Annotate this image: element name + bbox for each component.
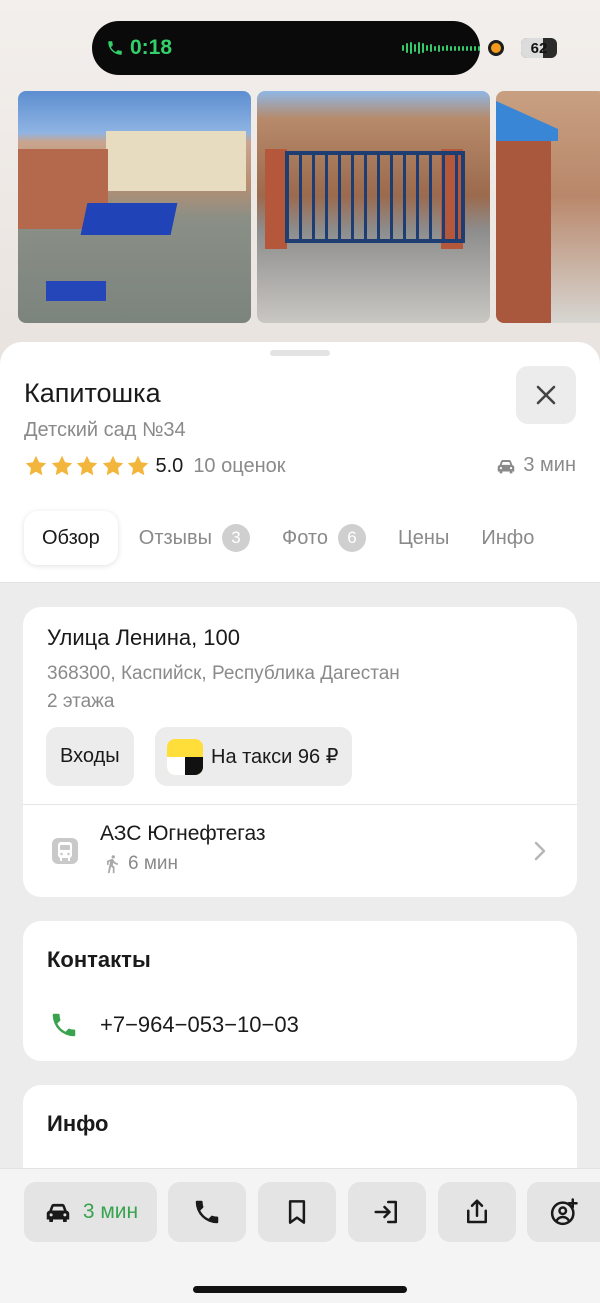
route-button[interactable]: 3 мин — [24, 1182, 157, 1242]
tab-label: Инфо — [481, 526, 535, 549]
divider — [23, 804, 577, 805]
address-card: Улица Ленина, 100 368300, Каспийск, Респ… — [23, 607, 577, 897]
place-category: Детский сад №34 — [24, 419, 186, 441]
phone-number-link[interactable]: +7−964−053−10−03 — [100, 1012, 299, 1038]
bookmark-button[interactable] — [258, 1182, 336, 1242]
sheet-grabber[interactable] — [270, 350, 330, 356]
bus-stop-icon — [52, 838, 78, 864]
close-icon — [536, 385, 556, 405]
share-button[interactable] — [438, 1182, 516, 1242]
place-title: Капитошка — [24, 378, 161, 408]
transit-stop-name[interactable]: АЗС Югнефтегаз — [100, 822, 266, 846]
drive-eta-text: 3 мин — [523, 454, 576, 476]
address-postal-line: 368300, Каспийск, Республика Дагестан — [47, 663, 400, 684]
chevron-right-icon[interactable] — [531, 839, 549, 863]
pillar-photo[interactable] — [496, 91, 600, 323]
car-icon — [46, 1203, 70, 1222]
tab-label: Цены — [397, 526, 450, 549]
address-floors: 2 этажа — [47, 691, 115, 712]
user-add-icon — [550, 1198, 578, 1226]
action-bar: 3 мин — [0, 1168, 600, 1303]
yandex-taxi-logo-icon — [167, 738, 203, 775]
tab-label: Фото — [282, 526, 328, 549]
audio-waveform-icon — [402, 41, 480, 55]
home-indicator[interactable] — [193, 1286, 407, 1293]
rating-row[interactable]: 5.0 10 оценок — [24, 452, 286, 480]
call-time: 0:18 — [130, 36, 173, 59]
aerial-courtyard-photo[interactable] — [18, 91, 251, 323]
entrances-label: Входы — [60, 745, 120, 767]
walk-time-text: 6 мин — [128, 853, 179, 874]
rating-value: 5.0 — [155, 454, 184, 477]
enter-icon — [374, 1200, 397, 1224]
tab-info[interactable]: Инфо — [481, 511, 534, 565]
tab-photos[interactable]: Фото 6 — [282, 511, 366, 565]
walk-time: 6 мин — [102, 853, 178, 875]
taxi-label: На такси 96 ₽ — [211, 746, 339, 768]
star-icon — [25, 455, 47, 476]
call-indicator[interactable]: 0:18 — [106, 33, 172, 63]
place-header: Капитошка Детский сад №34 5.0 10 оценок … — [0, 342, 600, 583]
route-eta-label: 3 мин — [82, 1200, 139, 1223]
star-icon — [127, 455, 149, 476]
rating-count: 10 оценок — [193, 454, 286, 477]
bookmark-icon — [288, 1200, 306, 1224]
battery-level: 62 — [530, 39, 548, 57]
contacts-title: Контакты — [47, 947, 151, 972]
entrance-button[interactable] — [348, 1182, 426, 1242]
mic-in-use-indicator — [488, 40, 504, 56]
tab-overview[interactable]: Обзор — [24, 511, 118, 565]
phone-icon — [52, 1013, 76, 1037]
tab-reviews[interactable]: Отзывы 3 — [138, 511, 251, 565]
star-icon — [51, 455, 72, 476]
contacts-card: Контакты +7−964−053−10−03 — [23, 921, 577, 1061]
taxi-button[interactable]: На такси 96 ₽ — [155, 727, 353, 786]
tab-prices[interactable]: Цены — [398, 511, 449, 565]
share-icon — [467, 1199, 487, 1224]
info-title: Инфо — [47, 1111, 109, 1136]
call-button[interactable] — [168, 1182, 246, 1242]
add-contact-button[interactable] — [527, 1182, 600, 1242]
car-icon — [498, 459, 515, 473]
reviews-count-badge: 3 — [222, 524, 251, 552]
entrances-button[interactable]: Входы — [46, 727, 134, 786]
gate-photo[interactable] — [257, 91, 490, 323]
tab-label: Отзывы — [138, 526, 213, 549]
phone-icon — [195, 1200, 219, 1224]
address-street[interactable]: Улица Ленина, 100 — [47, 625, 240, 651]
drive-eta[interactable]: 3 мин — [495, 454, 576, 477]
photo-carousel[interactable] — [18, 91, 600, 323]
star-icon — [102, 455, 123, 476]
star-icon — [76, 455, 98, 476]
place-card-sheet: Капитошка Детский сад №34 5.0 10 оценок … — [0, 342, 600, 1303]
tab-label: Обзор — [42, 526, 100, 549]
phone-icon — [108, 41, 122, 55]
walking-icon — [107, 855, 118, 874]
battery-indicator: 62 — [521, 38, 557, 58]
tab-bar: Обзор Отзывы 3 Фото 6 Цены Инфо — [24, 510, 566, 566]
photos-count-badge: 6 — [337, 524, 366, 552]
close-button[interactable] — [516, 366, 576, 424]
